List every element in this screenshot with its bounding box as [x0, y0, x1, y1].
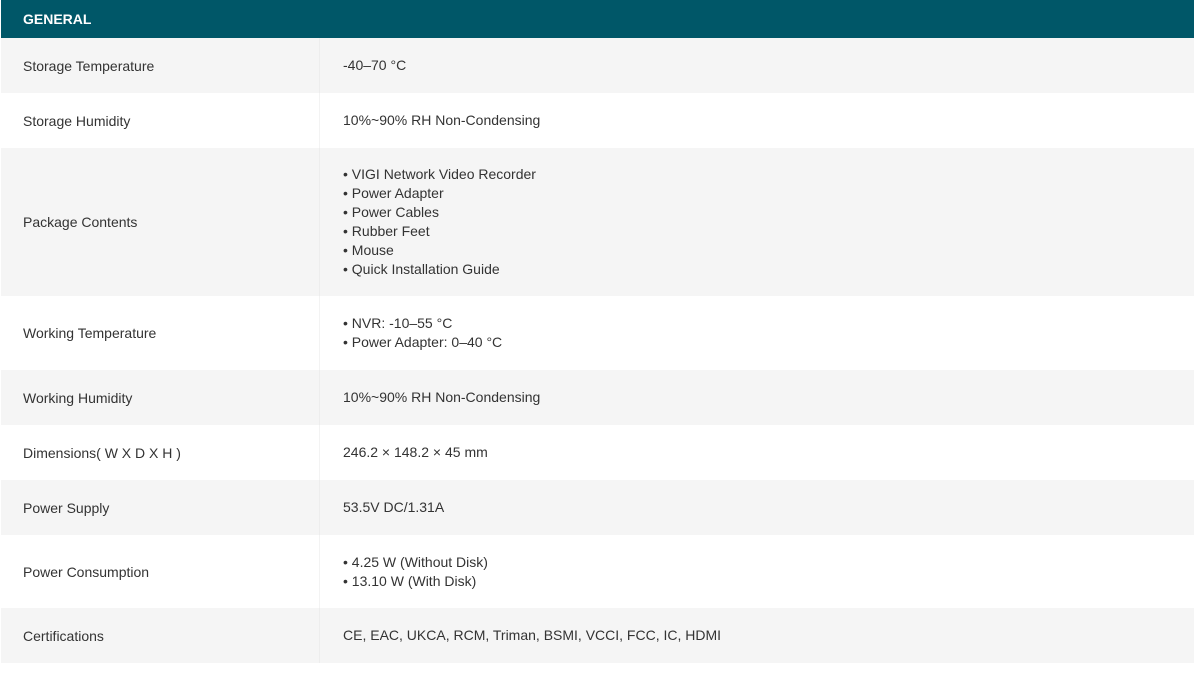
spec-row-power-supply: Power Supply 53.5V DC/1.31A [1, 480, 1194, 535]
spec-value: 10%~90% RH Non-Condensing [319, 370, 1194, 425]
spec-value-line: • NVR: -10–55 °C [343, 315, 453, 331]
spec-label: Storage Temperature [23, 57, 155, 74]
spec-value-line: • Power Adapter: 0–40 °C [343, 334, 503, 350]
spec-row-working-temperature: Working Temperature • NVR: -10–55 °C • P… [1, 296, 1194, 370]
spec-label: Power Consumption [23, 563, 150, 580]
spec-label: Dimensions( W X D X H ) [23, 444, 181, 461]
spec-value-line: • 4.25 W (Without Disk) [343, 553, 488, 570]
section-header-general: GENERAL [1, 0, 1194, 38]
spec-row-working-humidity: Working Humidity 10%~90% RH Non-Condensi… [1, 370, 1194, 425]
spec-value-line: • VIGI Network Video Recorder [343, 166, 536, 182]
spec-label: Working Humidity [23, 389, 133, 406]
spec-value: • VIGI Network Video Recorder • Power Ad… [319, 148, 1194, 296]
spec-value-line: 10%~90% RH Non-Condensing [343, 389, 541, 405]
spec-label: Storage Humidity [23, 112, 131, 129]
spec-label: Package Contents [23, 214, 138, 230]
spec-value-line: • Power Adapter [343, 185, 444, 201]
spec-row-dimensions: Dimensions( W X D X H ) 246.2 × 148.2 × … [1, 425, 1194, 480]
spec-row-storage-temperature: Storage Temperature -40–70 °C [1, 38, 1194, 93]
spec-value-line: 246.2 × 148.2 × 45 mm [343, 444, 488, 460]
spec-value-line: • 13.10 W (With Disk) [343, 572, 477, 589]
spec-value: • NVR: -10–55 °C • Power Adapter: 0–40 °… [319, 296, 1194, 370]
spec-value-line: • Power Cables [343, 204, 439, 220]
spec-value-line: 10%~90% RH Non-Condensing [343, 112, 541, 128]
spec-row-package-contents: Package Contents • VIGI Network Video Re… [1, 148, 1194, 296]
spec-value-line: -40–70 °C [343, 57, 407, 73]
spec-value-line: 53.5V DC/1.31A [343, 499, 445, 515]
spec-value: 10%~90% RH Non-Condensing [319, 93, 1194, 148]
spec-row-certifications: Certifications CE, EAC, UKCA, RCM, Trima… [1, 608, 1194, 663]
spec-value-line: CE, EAC, UKCA, RCM, Triman, BSMI, VCCI, … [343, 627, 722, 643]
spec-row-power-consumption: Power Consumption • 4.25 W (Without Disk… [1, 535, 1194, 608]
spec-value-line: • Rubber Feet [343, 223, 430, 239]
spec-value-line: • Mouse [343, 242, 394, 258]
spec-value: 246.2 × 148.2 × 45 mm [319, 425, 1194, 480]
spec-value: -40–70 °C [319, 38, 1194, 93]
spec-value: 53.5V DC/1.31A [319, 480, 1194, 535]
spec-value: • 4.25 W (Without Disk) • 13.10 W (With … [319, 535, 1194, 608]
spec-value: CE, EAC, UKCA, RCM, Triman, BSMI, VCCI, … [319, 608, 1194, 663]
spec-label: Power Supply [23, 499, 110, 516]
spec-label: Working Temperature [23, 325, 157, 341]
spec-row-storage-humidity: Storage Humidity 10%~90% RH Non-Condensi… [1, 93, 1194, 148]
spec-table: GENERAL Storage Temperature -40–70 °C St… [1, 0, 1194, 663]
spec-value-line: • Quick Installation Guide [343, 261, 500, 277]
spec-label: Certifications [23, 627, 104, 644]
